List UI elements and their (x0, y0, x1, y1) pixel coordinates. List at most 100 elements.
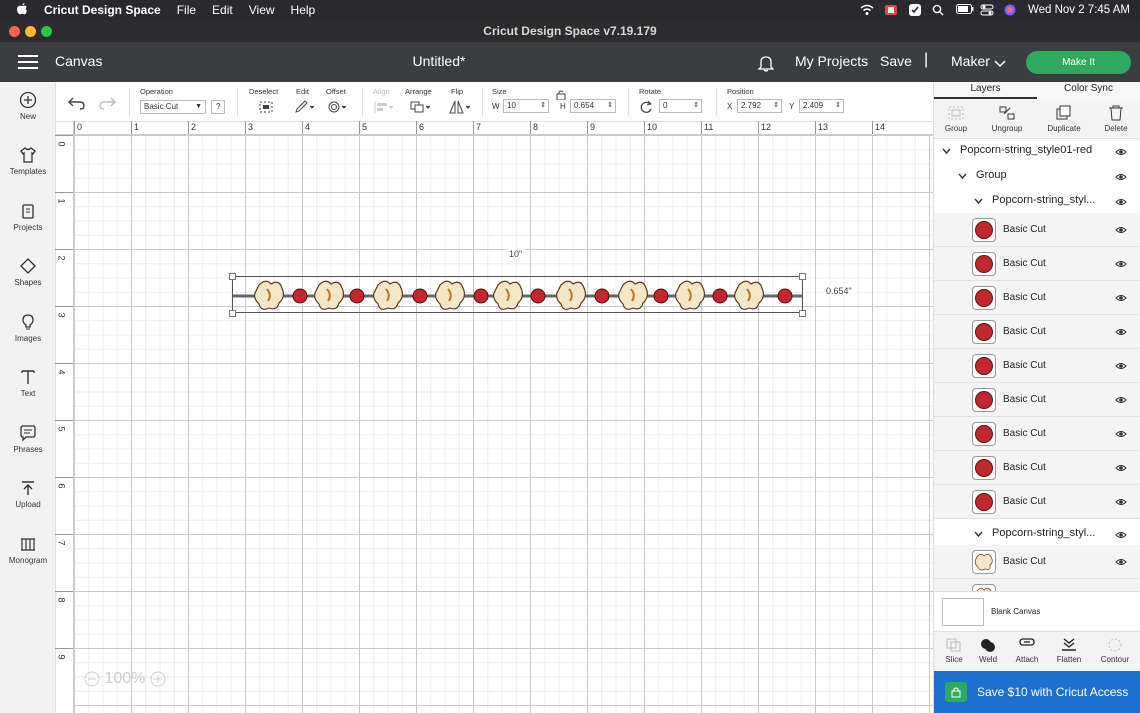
resize-handle[interactable] (799, 310, 806, 317)
red-bead (473, 288, 489, 304)
sidebar-item-templates[interactable]: Templates (0, 146, 56, 176)
layer-row[interactable]: Basic Cut (934, 349, 1140, 383)
duplicate-button[interactable]: Duplicate (1044, 105, 1084, 133)
sidebar-item-images[interactable]: Images (0, 313, 56, 343)
y-position-input[interactable]: 2.409 ⇕ (799, 99, 844, 113)
layer-group-name: Popcorn-string_styl... (992, 527, 1096, 539)
operation-help-button[interactable]: ? (211, 100, 225, 114)
layer-row[interactable] (934, 579, 1140, 591)
eye-icon[interactable] (1115, 429, 1127, 439)
layer-row[interactable]: Basic Cut (934, 315, 1140, 349)
menu-app-name[interactable]: Cricut Design Space (44, 3, 161, 17)
eye-icon[interactable] (1115, 497, 1127, 507)
window-close-button[interactable] (9, 26, 20, 37)
weld-button[interactable]: Weld (968, 638, 1008, 664)
window-minimize-button[interactable] (25, 26, 36, 37)
blank-canvas-label: Blank Canvas (991, 607, 1041, 616)
eye-icon[interactable] (1115, 293, 1127, 303)
stepper-icon[interactable]: ⇕ (835, 100, 841, 112)
layer-tree-root[interactable]: Popcorn-string_style01-red (934, 144, 1140, 158)
layer-tree-group[interactable]: Group (934, 169, 1140, 183)
sidebar-label: Shapes (14, 278, 42, 287)
delete-button[interactable]: Delete (1096, 105, 1136, 133)
layer-group-name: Popcorn-string_style01-red (960, 144, 1093, 156)
layer-tree-subgroup[interactable]: Popcorn-string_styl... (934, 194, 1140, 208)
height-input[interactable]: 0.654 ⇕ (570, 99, 616, 113)
layer-row[interactable]: Basic Cut (934, 281, 1140, 315)
sidebar-item-new[interactable]: New (0, 91, 56, 121)
cricut-access-banner[interactable]: Save $10 with Cricut Access (934, 671, 1140, 713)
make-it-button[interactable]: Make It (1026, 51, 1131, 74)
menu-edit[interactable]: Edit (212, 3, 233, 17)
layer-row[interactable]: Basic Cut (934, 383, 1140, 417)
resize-handle[interactable] (229, 273, 236, 280)
layer-row[interactable]: Basic Cut (934, 545, 1140, 579)
document-title[interactable]: Untitled* (0, 53, 878, 69)
ungroup-button[interactable]: Ungroup (987, 105, 1027, 133)
x-position-input[interactable]: 2.792 ⇕ (737, 99, 782, 113)
resize-handle[interactable] (229, 310, 236, 317)
zoom-in-icon[interactable] (150, 670, 166, 687)
flatten-button[interactable]: Flatten (1049, 638, 1089, 664)
eye-icon[interactable] (1115, 259, 1127, 269)
eye-icon[interactable] (1115, 463, 1127, 473)
machine-select[interactable]: Maker (951, 53, 990, 69)
stepper-icon[interactable]: ⇕ (540, 100, 546, 112)
tab-layers[interactable]: Layers (934, 83, 1037, 94)
attach-button[interactable]: Attach (1007, 638, 1047, 664)
contour-button[interactable]: Contour (1095, 638, 1135, 664)
bell-icon[interactable] (757, 54, 775, 72)
sidebar-item-text[interactable]: Text (0, 368, 56, 398)
layer-row[interactable]: Basic Cut (934, 213, 1140, 247)
layer-row[interactable]: Basic Cut (934, 485, 1140, 519)
sidebar-item-phrases[interactable]: Phrases (0, 424, 56, 454)
menubar-clock[interactable]: Wed Nov 2 7:45 AM (1028, 4, 1130, 16)
control-center-icon[interactable] (980, 4, 994, 16)
blank-canvas-row[interactable]: Blank Canvas (934, 591, 1140, 631)
resize-handle[interactable] (799, 273, 806, 280)
width-input[interactable]: 10 ⇕ (503, 99, 549, 113)
window-zoom-button[interactable] (41, 26, 52, 37)
eye-icon[interactable] (1115, 361, 1127, 371)
save-button[interactable]: Save (880, 53, 912, 69)
my-projects-button[interactable]: My Projects (795, 53, 868, 69)
sidebar-item-shapes[interactable]: Shapes (0, 257, 56, 287)
tab-color-sync[interactable]: Color Sync (1037, 83, 1140, 94)
eye-icon[interactable] (1115, 225, 1127, 235)
eye-icon[interactable] (1115, 395, 1127, 405)
battery-icon[interactable] (955, 4, 974, 16)
ruler-tick-label: 11 (704, 122, 714, 132)
checkmark-icon[interactable] (908, 4, 922, 16)
group-button[interactable]: Group (936, 105, 976, 133)
search-icon[interactable] (932, 4, 946, 16)
apple-icon[interactable] (16, 2, 30, 19)
vertical-ruler: 0 1 2 3 4 5 6 7 8 9 (55, 135, 74, 713)
layer-row[interactable]: Basic Cut (934, 417, 1140, 451)
cricut-tray-icon[interactable] (884, 4, 898, 16)
redo-icon[interactable] (98, 96, 116, 112)
siri-icon[interactable] (1004, 4, 1018, 16)
canvas-grid[interactable] (74, 135, 933, 713)
chevron-down-icon[interactable] (994, 56, 1006, 68)
popcorn-string-design[interactable] (233, 277, 802, 313)
zoom-out-icon[interactable] (84, 670, 100, 687)
stepper-icon[interactable]: ⇕ (607, 100, 613, 112)
stepper-icon[interactable]: ⇕ (693, 100, 699, 112)
lock-icon[interactable] (556, 90, 566, 102)
menu-file[interactable]: File (177, 3, 196, 17)
stepper-icon[interactable]: ⇕ (773, 100, 779, 112)
layer-tree-subgroup[interactable]: Popcorn-string_styl... (934, 527, 1140, 541)
layer-row[interactable]: Basic Cut (934, 247, 1140, 281)
menu-help[interactable]: Help (291, 3, 316, 17)
layer-row[interactable]: Basic Cut (934, 451, 1140, 485)
operation-select[interactable]: Basic Cut ▼ (140, 100, 206, 114)
sidebar-item-upload[interactable]: Upload (0, 479, 56, 509)
eye-icon[interactable] (1115, 327, 1127, 337)
sidebar-item-projects[interactable]: Projects (0, 202, 56, 232)
rotate-input[interactable]: 0 ⇕ (659, 99, 702, 113)
wifi-icon[interactable] (860, 4, 874, 16)
height-label: H (560, 102, 566, 111)
menu-view[interactable]: View (249, 3, 275, 17)
undo-icon[interactable] (68, 96, 86, 112)
sidebar-item-monogram[interactable]: Monogram (0, 535, 56, 565)
